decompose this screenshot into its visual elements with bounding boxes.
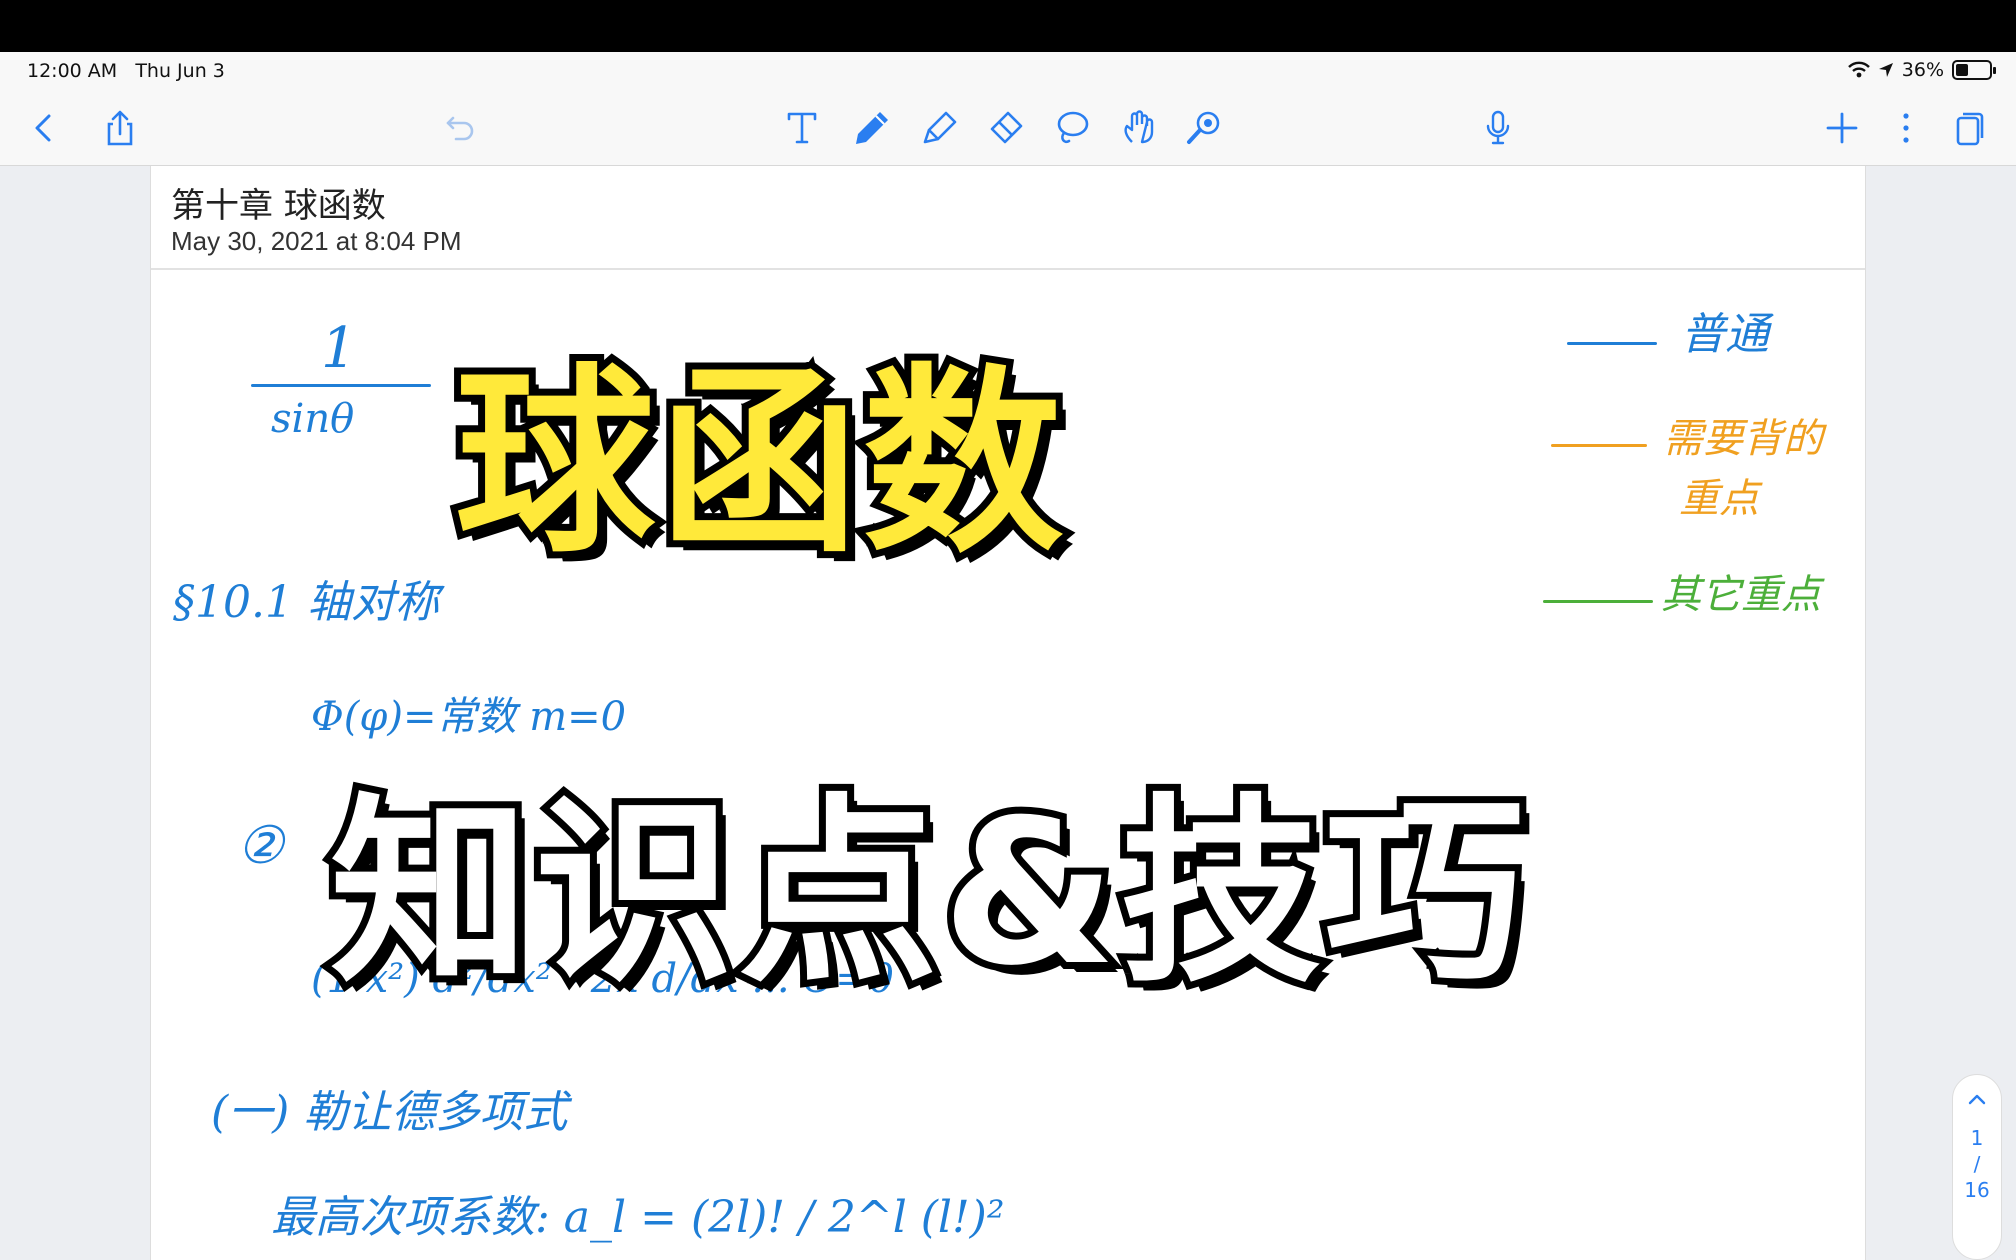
status-time: 12:00 AM [27, 60, 118, 82]
current-page: 1 [1970, 1126, 1984, 1150]
share-icon[interactable] [96, 104, 144, 152]
pen-tool-icon[interactable] [848, 104, 896, 152]
legend-other-key-label: 其它重点 [1661, 572, 1821, 618]
microphone-icon[interactable] [1474, 104, 1522, 152]
legend-line-must-remember [1551, 444, 1647, 447]
total-pages: 16 [1964, 1178, 1990, 1202]
note-date: May 30, 2021 at 8:04 PM [171, 226, 462, 256]
legend-must-remember-label: 需要背的 [1663, 416, 1823, 462]
legend-line-other-key [1543, 600, 1653, 603]
legend-normal-label: 普通 [1681, 309, 1769, 360]
status-bar: 12:00 AM Thu Jun 3 36% [0, 52, 2016, 90]
add-icon[interactable] [1818, 104, 1866, 152]
highlighter-tool-icon[interactable] [916, 104, 964, 152]
wifi-icon [1847, 61, 1870, 78]
hw-fraction-bottom: sinθ [271, 396, 355, 442]
battery-icon [1952, 60, 1996, 80]
laser-pointer-icon[interactable] [1180, 104, 1228, 152]
lasso-tool-icon[interactable] [1048, 104, 1096, 152]
hw-section: §10.1 轴对称 [173, 577, 439, 628]
toolbar [0, 90, 2016, 166]
text-tool-icon[interactable] [778, 104, 826, 152]
overlay-title: 球函数 [448, 340, 1070, 587]
status-right: 36% [1847, 58, 1996, 82]
status-time-date: 12:00 AM Thu Jun 3 [27, 60, 225, 82]
overlay-subtitle: 知识点&技巧 [323, 770, 1531, 1017]
hw-fraction-bar [251, 384, 431, 387]
location-icon [1878, 63, 1893, 77]
page-number: 1 / 16 [1964, 1125, 1989, 1203]
hand-tool-icon[interactable] [1114, 104, 1162, 152]
hw-coefficient: 最高次项系数: a_l = (2l)! / 2^l (l!)² [271, 1192, 1005, 1243]
back-chevron-icon[interactable] [20, 104, 68, 152]
legend-line-normal [1567, 342, 1657, 345]
undo-icon[interactable] [436, 104, 484, 152]
more-icon[interactable] [1882, 104, 1930, 152]
battery-percent: 36% [1901, 59, 1944, 81]
hw-circled: ② [237, 816, 284, 876]
eraser-tool-icon[interactable] [982, 104, 1030, 152]
page-header: 第十章 球函数 May 30, 2021 at 8:04 PM [151, 166, 1865, 270]
hw-subsection: (一) 勒让德多项式 [211, 1087, 568, 1138]
page-separator: / [1973, 1152, 1981, 1176]
status-date: Thu Jun 3 [135, 60, 225, 82]
legend-must-remember-label-2: 重点 [1679, 476, 1759, 522]
note-title: 第十章 球函数 [171, 186, 386, 226]
top-black-bar [0, 0, 2016, 52]
chevron-up-icon[interactable] [1967, 1089, 1987, 1109]
pages-icon[interactable] [1946, 104, 1994, 152]
hw-fraction-top: 1 [321, 316, 357, 381]
page-indicator[interactable]: 1 / 16 [1952, 1074, 2002, 1260]
